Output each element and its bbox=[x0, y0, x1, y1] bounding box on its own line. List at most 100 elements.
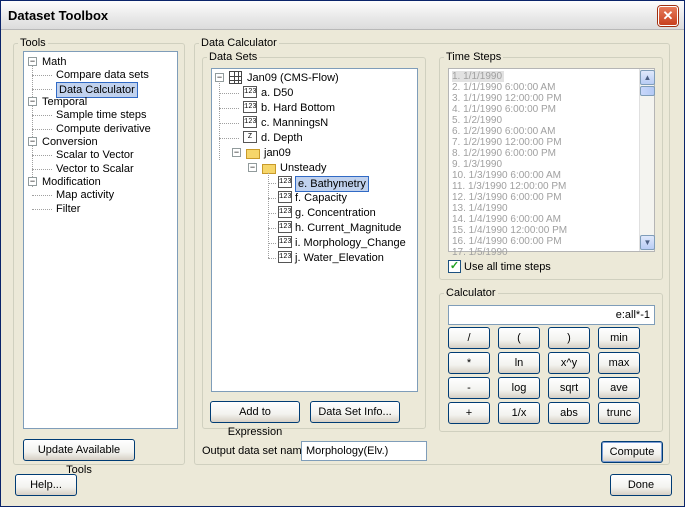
calc-button[interactable]: x^y bbox=[548, 352, 590, 374]
time-step-item[interactable]: 9. 1/3/1990 bbox=[452, 159, 502, 170]
tools-item-label: Vector to Scalar bbox=[56, 162, 134, 175]
tools-group-label: Conversion bbox=[42, 136, 98, 148]
calc-button[interactable]: min bbox=[598, 327, 640, 349]
output-name-label: Output data set name: bbox=[202, 445, 311, 457]
compute-button[interactable]: Compute bbox=[601, 441, 663, 463]
calc-button[interactable]: ave bbox=[598, 377, 640, 399]
help-button[interactable]: Help... bbox=[15, 474, 77, 496]
tools-item-label: Sample time steps bbox=[56, 109, 147, 121]
scalar-dataset-icon: 123 bbox=[278, 251, 292, 263]
folder-icon bbox=[246, 149, 260, 159]
scalar-dataset-icon: 123 bbox=[278, 176, 292, 188]
tools-item-label: Compute derivative bbox=[56, 122, 151, 135]
use-all-time-steps-label[interactable]: Use all time steps bbox=[464, 260, 551, 274]
calc-button[interactable]: ) bbox=[548, 327, 590, 349]
tools-tree[interactable]: − Math Compare data sets Data Calculator − Te… bbox=[23, 51, 178, 429]
time-step-item[interactable]: 7. 1/2/1990 12:00:00 PM bbox=[452, 137, 562, 148]
time-step-item[interactable]: 4. 1/1/1990 6:00:00 PM bbox=[452, 104, 556, 115]
time-step-item[interactable]: 1. 1/1/1990 bbox=[452, 71, 504, 82]
close-icon[interactable]: ✕ bbox=[658, 6, 678, 26]
collapse-icon[interactable]: − bbox=[248, 163, 257, 172]
calculator-legend: Calculator bbox=[446, 287, 496, 299]
dataset-item-label: j. Water_Elevation bbox=[295, 252, 384, 264]
dataset-item-label: a. D50 bbox=[261, 87, 294, 99]
collapse-icon[interactable]: − bbox=[28, 57, 37, 66]
calc-button[interactable]: max bbox=[598, 352, 640, 374]
time-step-item[interactable]: 11. 1/3/1990 12:00:00 PM bbox=[452, 181, 566, 192]
time-step-item[interactable]: 5. 1/2/1990 bbox=[452, 115, 502, 126]
dataset-item-label: f. Capacity bbox=[295, 192, 347, 204]
dataset-item-label: c. ManningsN bbox=[261, 117, 329, 129]
collapse-icon[interactable]: − bbox=[28, 177, 37, 186]
calc-button[interactable]: + bbox=[448, 402, 490, 424]
title-bar[interactable]: Dataset Toolbox ✕ bbox=[1, 1, 684, 30]
calc-button[interactable]: abs bbox=[548, 402, 590, 424]
data-sets-legend: Data Sets bbox=[209, 51, 258, 63]
scalar-dataset-icon: 123 bbox=[278, 221, 292, 233]
data-sets-tree[interactable]: − Jan09 (CMS-Flow) 123 a. D50 123 b. Hard Bot… bbox=[211, 68, 418, 392]
time-steps-scrollbar[interactable]: ▲ ▼ bbox=[639, 69, 655, 251]
tools-group-label: Modification bbox=[42, 176, 101, 188]
time-step-item[interactable]: 12. 1/3/1990 6:00:00 PM bbox=[452, 192, 562, 203]
scroll-up-icon[interactable]: ▲ bbox=[640, 70, 655, 85]
time-step-item[interactable]: 6. 1/2/1990 6:00:00 AM bbox=[452, 126, 555, 137]
time-step-item[interactable]: 15. 1/4/1990 12:00:00 PM bbox=[452, 225, 567, 236]
dataset-item-label: i. Morphology_Change bbox=[295, 237, 406, 249]
time-steps-list[interactable]: 1. 1/1/1990 2. 1/1/1990 6:00:00 AM 3. 1/1/… bbox=[448, 68, 655, 258]
time-step-item[interactable]: 8. 1/2/1990 6:00:00 PM bbox=[452, 148, 556, 159]
time-step-item[interactable]: 17. 1/5/1990 bbox=[452, 247, 508, 258]
time-step-item[interactable]: 14. 1/4/1990 6:00:00 AM bbox=[452, 214, 561, 225]
calc-button[interactable]: ln bbox=[498, 352, 540, 374]
scroll-thumb[interactable] bbox=[640, 86, 655, 96]
time-step-item[interactable]: 10. 1/3/1990 6:00:00 AM bbox=[452, 170, 561, 181]
collapse-icon[interactable]: − bbox=[28, 137, 37, 146]
time-steps-legend: Time Steps bbox=[446, 51, 502, 63]
dataset-root-label: Jan09 (CMS-Flow) bbox=[247, 72, 339, 84]
scalar-dataset-icon: 123 bbox=[243, 116, 257, 128]
calc-button[interactable]: ( bbox=[498, 327, 540, 349]
calc-button[interactable]: trunc bbox=[598, 402, 640, 424]
use-all-time-steps-checkbox[interactable]: ✓ bbox=[448, 260, 461, 273]
dataset-toolbox-window: Dataset Toolbox ✕ Tools − Math Compare dat… bbox=[0, 0, 685, 507]
calc-button[interactable]: * bbox=[448, 352, 490, 374]
tools-item-label: Map activity bbox=[56, 189, 115, 201]
collapse-icon[interactable]: − bbox=[28, 97, 37, 106]
calc-button[interactable]: sqrt bbox=[548, 377, 590, 399]
scalar-dataset-icon: 123 bbox=[243, 101, 257, 113]
z-dataset-icon: Z bbox=[243, 131, 257, 143]
calc-button[interactable]: / bbox=[448, 327, 490, 349]
folder-label: jan09 bbox=[264, 147, 291, 159]
add-to-expression-button[interactable]: Add to Expression bbox=[210, 401, 300, 438]
dataset-item-label: e. Bathymetry bbox=[295, 176, 369, 192]
tools-item-label: Filter bbox=[56, 202, 81, 215]
time-step-item[interactable]: 2. 1/1/1990 6:00:00 AM bbox=[452, 82, 555, 93]
expression-input[interactable]: e:all*-1 bbox=[448, 305, 655, 325]
tree-guide bbox=[268, 173, 269, 258]
scalar-dataset-icon: 123 bbox=[278, 191, 292, 203]
done-button[interactable]: Done bbox=[610, 474, 672, 496]
tools-group-label: Temporal bbox=[42, 96, 88, 108]
dataset-item-label: h. Current_Magnitude bbox=[295, 222, 402, 234]
calc-button[interactable]: 1/x bbox=[498, 402, 540, 424]
update-available-tools-button[interactable]: Update Available Tools bbox=[23, 439, 135, 476]
tools-item-label: Scalar to Vector bbox=[56, 149, 134, 161]
time-step-item[interactable]: 16. 1/4/1990 6:00:00 PM bbox=[452, 236, 562, 247]
tools-item-label: Compare data sets bbox=[56, 69, 149, 81]
subfolder-label: Unsteady bbox=[280, 162, 327, 174]
dataset-item-label: g. Concentration bbox=[295, 207, 376, 219]
scalar-dataset-icon: 123 bbox=[278, 236, 292, 248]
scalar-dataset-icon: 123 bbox=[278, 206, 292, 218]
dataset-item-label: b. Hard Bottom bbox=[261, 102, 335, 114]
dataset-item-label: d. Depth bbox=[261, 132, 303, 144]
data-calculator-legend: Data Calculator bbox=[201, 37, 277, 49]
scroll-down-icon[interactable]: ▼ bbox=[640, 235, 655, 250]
collapse-icon[interactable]: − bbox=[232, 148, 241, 157]
folder-icon bbox=[262, 164, 276, 174]
calc-button[interactable]: - bbox=[448, 377, 490, 399]
grid-icon bbox=[229, 71, 242, 84]
calc-button[interactable]: log bbox=[498, 377, 540, 399]
data-set-info-button[interactable]: Data Set Info... bbox=[310, 401, 400, 423]
output-name-input[interactable]: Morphology(Elv.) bbox=[301, 441, 427, 461]
time-step-item[interactable]: 3. 1/1/1990 12:00:00 PM bbox=[452, 93, 562, 104]
time-step-item[interactable]: 13. 1/4/1990 bbox=[452, 203, 508, 214]
